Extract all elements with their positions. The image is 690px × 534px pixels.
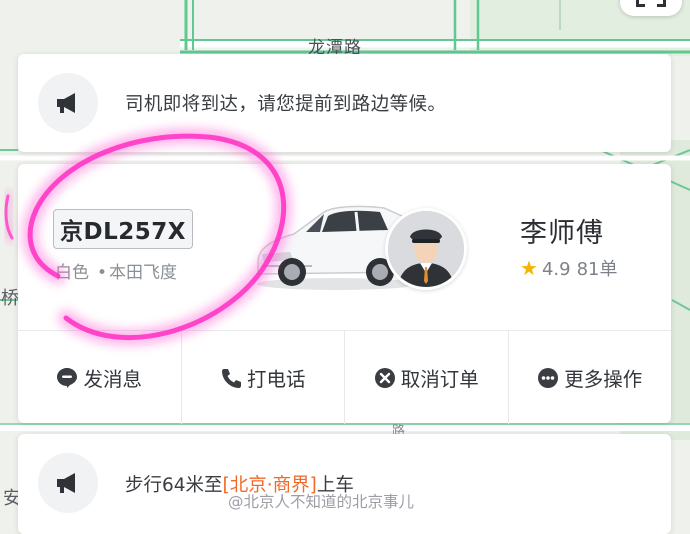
driver-rating: ★ 4.9 81单 <box>520 255 617 281</box>
arrival-notice-text: 司机即将到达，请您提前到路边等候。 <box>125 94 447 115</box>
megaphone-icon <box>38 453 98 513</box>
separator-dot: • <box>97 263 108 283</box>
weibo-watermark: @北京人不知道的北京事儿 <box>228 493 415 511</box>
car-color: 白色 <box>55 263 89 283</box>
call-driver-button[interactable]: 打电话 <box>182 331 345 424</box>
order-count: 81单 <box>576 259 618 280</box>
map-control-button[interactable] <box>620 0 682 16</box>
map-edge-label: 桥 <box>1 288 19 309</box>
arrival-notice-card: 司机即将到达，请您提前到路边等候。 <box>18 54 671 152</box>
more-actions-button[interactable]: 更多操作 <box>509 331 672 424</box>
license-plate: 京DL257X <box>53 209 193 249</box>
pickup-point-card[interactable]: 步行64米至[北京·商界]上车 <box>18 434 671 534</box>
car-description: 白色 • 本田飞度 <box>55 258 177 283</box>
driver-info-card: 京DL257X 白色 • 本田飞度 李师傅 ★ 4.9 81单 发消息 打电话 … <box>18 164 671 424</box>
walk-distance-text: 步行64米至 <box>125 475 223 496</box>
bracket-icon <box>636 0 645 7</box>
send-message-label: 发消息 <box>83 368 142 391</box>
rating-value: 4.9 <box>541 259 571 280</box>
message-icon <box>56 367 78 389</box>
bracket-icon <box>657 0 666 7</box>
driver-avatar[interactable] <box>385 208 467 290</box>
cancel-order-button[interactable]: 取消订单 <box>345 331 509 424</box>
call-driver-label: 打电话 <box>246 368 306 391</box>
send-message-button[interactable]: 发消息 <box>18 331 182 424</box>
megaphone-icon <box>38 73 98 133</box>
driver-action-bar: 发消息 打电话 取消订单 更多操作 <box>18 330 671 424</box>
more-actions-label: 更多操作 <box>564 368 643 391</box>
phone-icon <box>220 367 242 389</box>
more-icon <box>537 367 559 389</box>
star-icon: ★ <box>520 256 538 280</box>
driver-name: 李师傅 <box>520 218 604 249</box>
cancel-order-label: 取消订单 <box>400 368 479 391</box>
cancel-icon <box>374 367 396 389</box>
car-model: 本田飞度 <box>109 263 178 283</box>
